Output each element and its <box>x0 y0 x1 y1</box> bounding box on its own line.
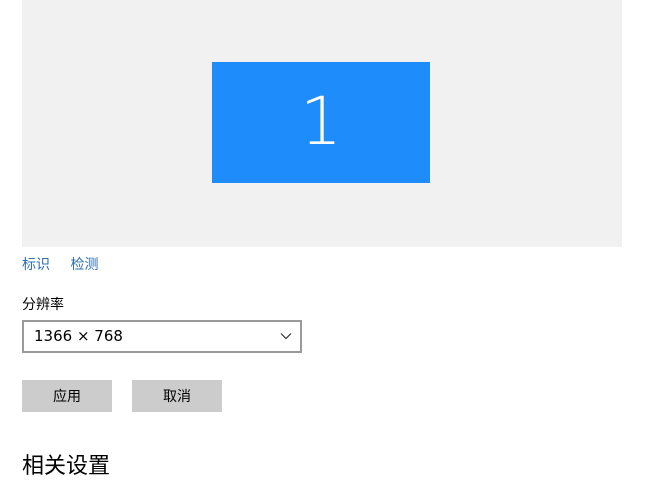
identify-link[interactable]: 标识 <box>22 257 50 273</box>
cancel-button[interactable]: 取消 <box>132 380 222 412</box>
chevron-down-icon <box>280 333 292 340</box>
detect-link[interactable]: 检测 <box>70 257 98 273</box>
monitor-number: 1 <box>300 82 342 160</box>
monitor-1-tile[interactable]: 1 <box>212 62 430 183</box>
related-settings-heading: 相关设置 <box>22 454 111 479</box>
resolution-value: 1366 × 768 <box>34 327 123 345</box>
resolution-dropdown[interactable]: 1366 × 768 <box>22 320 302 353</box>
display-links: 标识 检测 <box>22 254 114 274</box>
apply-button[interactable]: 应用 <box>22 380 112 412</box>
resolution-label: 分辨率 <box>22 297 64 313</box>
display-arrangement-area: 1 <box>22 0 622 247</box>
